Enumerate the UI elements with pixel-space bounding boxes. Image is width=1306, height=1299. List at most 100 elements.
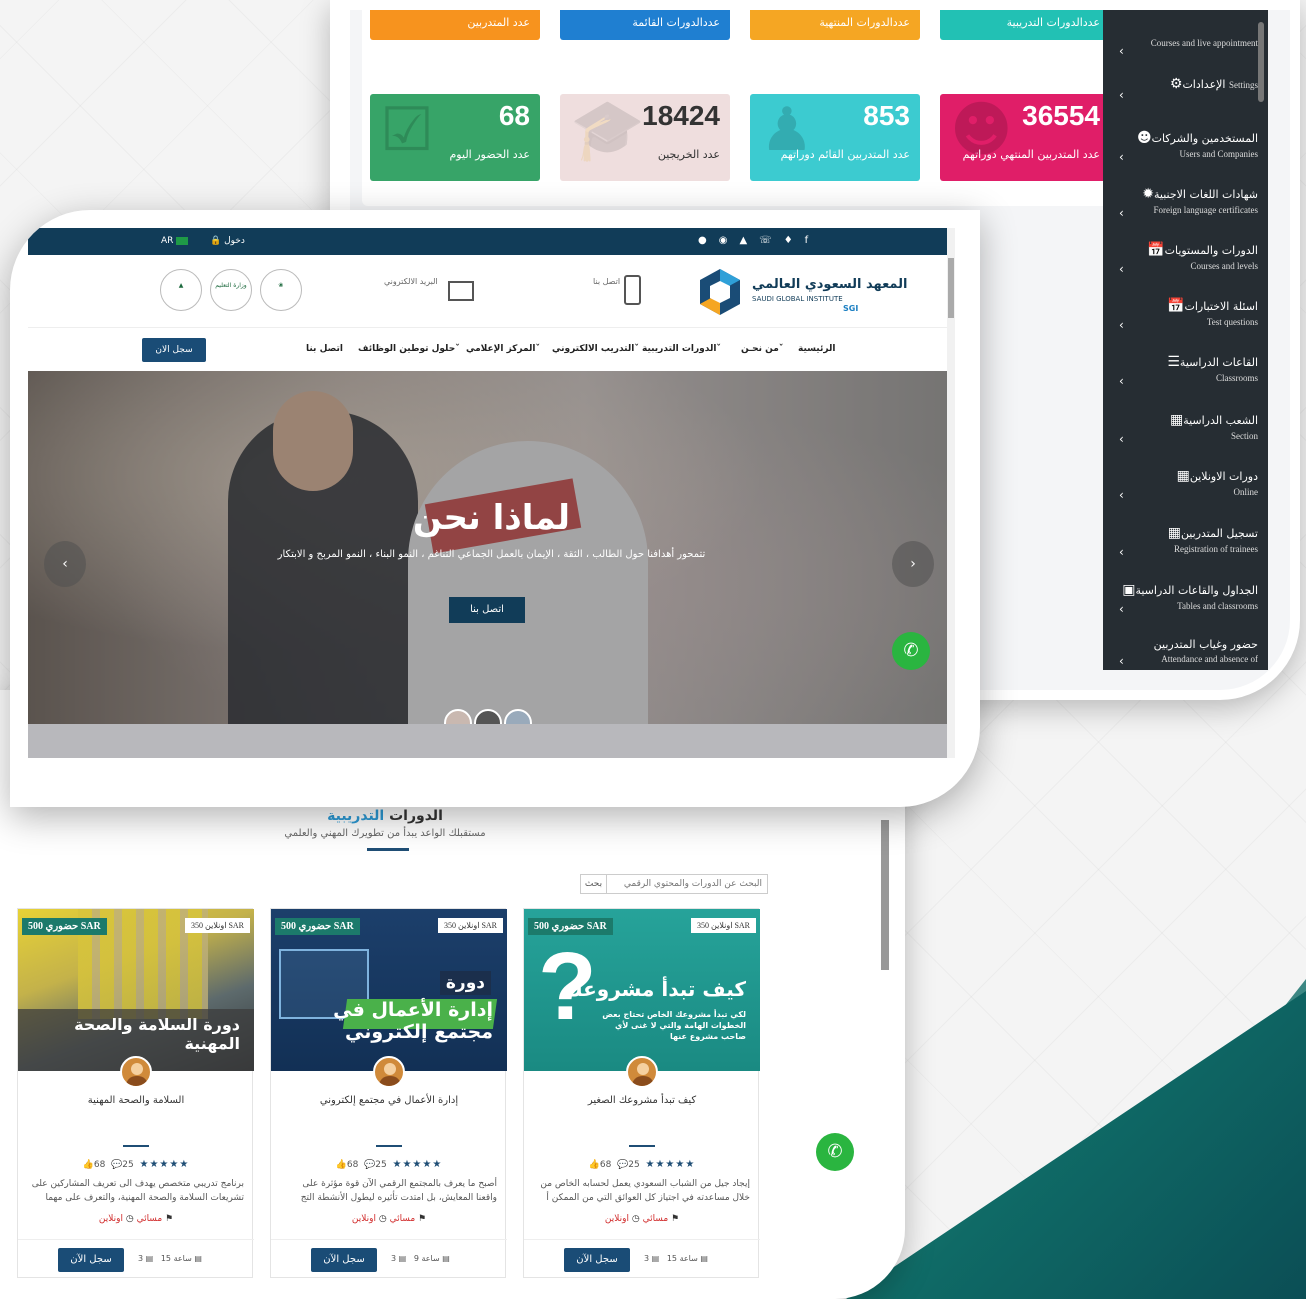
sidebar-item-users[interactable]: ☻المستخدمين والشركات Users and Companies… [1103, 120, 1268, 176]
stat-value: 68 [498, 100, 530, 131]
telegram-icon[interactable]: ● [698, 235, 719, 246]
enroll-button[interactable]: سجل الآن [564, 1248, 630, 1272]
mail-icon [448, 281, 474, 301]
nav-jobs[interactable]: حلول توطين الوظائفˇ [358, 344, 460, 354]
nav-elearning[interactable]: التدريب الالكترونيˇ [552, 344, 639, 354]
sidebar-item-language-certs[interactable]: ✹شهادات اللغات الاجنبية Foreign language… [1103, 176, 1268, 232]
institute-logo-icon[interactable] [698, 267, 742, 317]
sidebar-item-courses-levels[interactable]: 📅الدورات والمستويات Courses and levels ‹ [1103, 232, 1268, 288]
stat-card-active-trainees[interactable]: ♟ 853 عدد المتدربين القائم دوراتهم [750, 94, 920, 181]
course-description: إيجاد جيل من الشباب السعودي يعمل لحسابه … [540, 1179, 750, 1204]
offline-price-badge: حضوري 500 SAR [22, 918, 107, 935]
course-image[interactable]: دورة إدارة الأعمال في مجتمع إلكتروني حضو… [271, 909, 507, 1071]
sidebar-item-label-en: Courses and live appointment [1150, 38, 1258, 48]
search-button[interactable]: بحث [581, 875, 607, 893]
sidebar-item-online[interactable]: ▦دورات الاونلاين Online ‹ [1103, 458, 1268, 514]
sidebar-item-tables-classrooms[interactable]: ▣الجداول والقاعات الدراسية Tables and cl… [1103, 572, 1268, 628]
register-button[interactable]: سجل الان [142, 338, 206, 362]
youtube-icon[interactable]: ▲ [739, 235, 759, 246]
chevron-left-icon: ‹ [1119, 654, 1124, 668]
institute-name-en: SAUDI GLOBAL INSTITUTE [752, 295, 843, 303]
hours-count: 9 ساعة [413, 1254, 440, 1263]
enroll-button[interactable]: سجل الآن [58, 1248, 124, 1272]
next-slide-button[interactable]: › [892, 541, 934, 587]
chevron-left-icon: ‹ [1119, 488, 1124, 502]
sidebar-item-label: تسجيل المتدربين [1180, 527, 1258, 540]
email-label[interactable]: البريد الالكتروني [384, 277, 438, 286]
twitter-icon[interactable]: ♦ [784, 235, 805, 246]
course-title[interactable]: كيف تبدأ مشروعك الصغير [524, 1095, 760, 1106]
nav-about[interactable]: من نحـنˇ [741, 344, 783, 354]
stats-container: عدد المتدربين عددالدورات القائمة عددالدو… [362, 10, 1122, 206]
sidebar-item-sections[interactable]: ▦الشعب الدراسية Section ‹ [1103, 402, 1268, 458]
course-footer: سجل الآن 3 ▤ 15 ساعة ▤ [18, 1239, 254, 1279]
stat-card-training-courses[interactable]: عددالدورات التدريبية [940, 10, 1110, 40]
hero-slider: لماذا نحن تتمحور أهدافنا حول الطالب ، ال… [28, 371, 955, 724]
website-scrollbar[interactable] [947, 228, 955, 758]
sidebar-item-label-en: Users and Companies [1179, 149, 1259, 159]
sidebar-item-settings[interactable]: ⚙الإعدادات Settings ‹ [1103, 66, 1268, 122]
stat-card-current-courses[interactable]: عددالدورات القائمة [560, 10, 730, 40]
nav-elearning-label: التدريب الالكتروني [552, 344, 635, 354]
stat-card-attendance-today[interactable]: ☑ 68 عدد الحضور اليوم [370, 94, 540, 181]
stat-card-finished-courses[interactable]: عددالدورات المنتهية [750, 10, 920, 40]
whatsapp-icon: ✆ [903, 640, 919, 661]
nav-media[interactable]: المركز الإعلاميˇ [466, 344, 540, 354]
nav-home[interactable]: الرئيسية [798, 344, 835, 354]
institute-abbr: SGI [843, 304, 859, 313]
sidebar-item-label: شهادات اللغات الاجنبية [1154, 188, 1258, 201]
course-card[interactable]: دورة السلامة والصحة المهنية حضوري 500 SA… [17, 908, 254, 1279]
nav-courses[interactable]: الدورات التدريبيةˇ [642, 344, 721, 354]
hero-contact-button[interactable]: اتصل بنا [449, 597, 525, 623]
lessons-count: 3 [138, 1254, 144, 1263]
slide-thumbnails [444, 709, 534, 724]
course-card[interactable]: ? كيف تبدأ مشروعك لكي تبدأ مشروعك الخاص … [523, 908, 760, 1278]
course-image[interactable]: دورة السلامة والصحة المهنية حضوري 500 SA… [18, 909, 254, 1071]
calendar-icon: ▤ [194, 1254, 202, 1263]
course-card[interactable]: دورة إدارة الأعمال في مجتمع إلكتروني حضو… [270, 908, 507, 1278]
course-title[interactable]: السلامة والصحة المهنية [18, 1095, 254, 1106]
slide-thumbnail[interactable] [474, 709, 502, 724]
sidebar-item-label: القاعات الدراسية [1179, 356, 1258, 369]
course-divider [629, 1145, 655, 1147]
search-input[interactable] [607, 875, 767, 893]
course-description: برنامج تدريبي متخصص يهدف الى تعريف المشا… [31, 1179, 244, 1204]
language-switch[interactable]: AR [161, 236, 189, 246]
facebook-icon[interactable]: f [805, 235, 821, 246]
likes-count: 68 [346, 1160, 359, 1170]
page-scrollbar[interactable] [881, 820, 889, 970]
sidebar-item-attendance[interactable]: حضور وغياب المتدربين Attendance and abse… [1103, 628, 1268, 684]
book-icon: ▤ [398, 1254, 407, 1263]
course-title[interactable]: إدارة الأعمال في مجتمع إلكتروني [271, 1095, 507, 1106]
clock-icon: ◷ [125, 1214, 134, 1224]
stat-card-finished-trainees[interactable]: ☻ 36554 عدد المتدربين المنتهي دوراتهم [940, 94, 1110, 181]
whatsapp-icon[interactable]: ☏ [759, 235, 784, 246]
sidebar-item-courses-live[interactable]: Courses and live appointment ‹ [1103, 18, 1268, 58]
stat-card-graduates[interactable]: 🎓 18424 عدد الخريجين [560, 94, 730, 181]
stat-card-trainees[interactable]: عدد المتدربين [370, 10, 540, 40]
course-search: بحث [580, 874, 768, 894]
sidebar-item-trainee-registration[interactable]: ▦تسجيل المتدربين Registration of trainee… [1103, 515, 1268, 571]
sidebar-item-label-en: Settings [1228, 80, 1258, 90]
prev-slide-button[interactable]: ‹ [44, 541, 86, 587]
vision-logo: ❀ [260, 269, 302, 311]
chevron-left-icon: ‹ [1119, 44, 1124, 58]
nav-contact[interactable]: اتصل بنا [306, 344, 343, 354]
hours-count: 15 ساعة [160, 1254, 192, 1263]
scrollbar-thumb[interactable] [948, 258, 954, 318]
instagram-icon[interactable]: ◉ [719, 235, 740, 246]
lessons-count: 3 [644, 1254, 650, 1263]
whatsapp-button[interactable]: ✆ [892, 632, 930, 670]
whatsapp-button[interactable]: ✆ [816, 1133, 854, 1171]
contact-label[interactable]: اتصل بنا [593, 277, 620, 286]
sidebar-item-classrooms[interactable]: ☰القاعات الدراسية Classrooms ‹ [1103, 344, 1268, 400]
sidebar-item-test-questions[interactable]: 📅اسئلة الاختبارات Test questions ‹ [1103, 288, 1268, 344]
slide-thumbnail[interactable] [504, 709, 532, 724]
sidebar-item-label-en: Online [1233, 487, 1259, 497]
section-title: الدورات التدريبية [0, 808, 770, 824]
hero-subtitle: تتمحور أهدافنا حول الطالب ، الثقة ، الإي… [277, 549, 706, 560]
login-link[interactable]: 🔒 دخول [210, 236, 245, 246]
course-image[interactable]: ? كيف تبدأ مشروعك لكي تبدأ مشروعك الخاص … [524, 909, 760, 1071]
enroll-button[interactable]: سجل الآن [311, 1248, 377, 1272]
slide-thumbnail[interactable] [444, 709, 472, 724]
